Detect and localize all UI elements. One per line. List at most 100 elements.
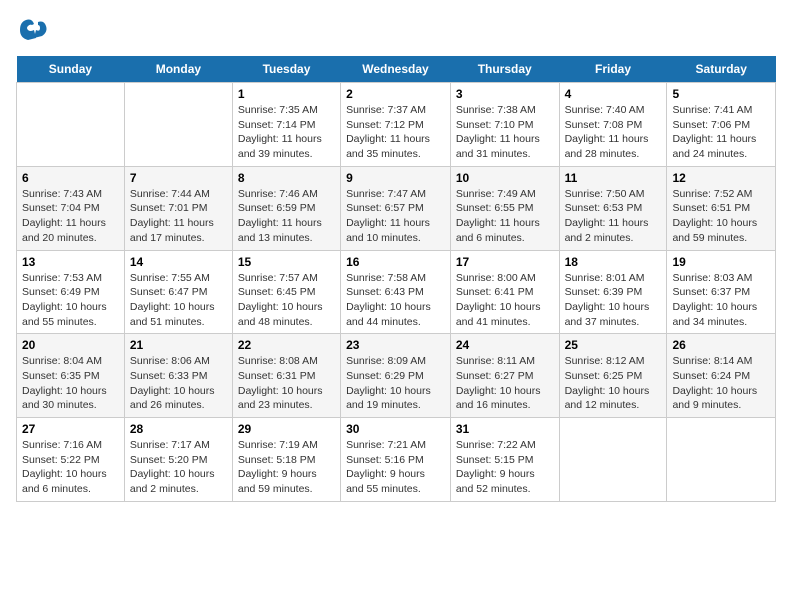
day-info: Sunrise: 7:46 AM Sunset: 6:59 PM Dayligh… [238,187,335,246]
day-cell: 11 Sunrise: 7:50 AM Sunset: 6:53 PM Dayli… [559,166,667,250]
calendar-table: SundayMondayTuesdayWednesdayThursdayFrid… [16,56,776,502]
day-cell: 25 Sunrise: 8:12 AM Sunset: 6:25 PM Dayli… [559,334,667,418]
day-info: Sunrise: 7:22 AM Sunset: 5:15 PM Dayligh… [456,438,554,497]
day-number: 30 [346,422,445,436]
day-info: Sunrise: 7:40 AM Sunset: 7:08 PM Dayligh… [565,103,662,162]
day-cell [667,418,776,502]
day-number: 23 [346,338,445,352]
day-number: 3 [456,87,554,101]
day-info: Sunrise: 8:08 AM Sunset: 6:31 PM Dayligh… [238,354,335,413]
day-cell: 28 Sunrise: 7:17 AM Sunset: 5:20 PM Dayli… [124,418,232,502]
day-info: Sunrise: 7:57 AM Sunset: 6:45 PM Dayligh… [238,271,335,330]
day-info: Sunrise: 8:04 AM Sunset: 6:35 PM Dayligh… [22,354,119,413]
day-number: 25 [565,338,662,352]
day-info: Sunrise: 8:12 AM Sunset: 6:25 PM Dayligh… [565,354,662,413]
day-cell: 20Sunrise: 8:04 AM Sunset: 6:35 PM Dayli… [17,334,125,418]
day-info: Sunrise: 7:44 AM Sunset: 7:01 PM Dayligh… [130,187,227,246]
day-info: Sunrise: 7:47 AM Sunset: 6:57 PM Dayligh… [346,187,445,246]
day-cell: 14 Sunrise: 7:55 AM Sunset: 6:47 PM Dayli… [124,250,232,334]
day-info: Sunrise: 7:55 AM Sunset: 6:47 PM Dayligh… [130,271,227,330]
day-number: 11 [565,171,662,185]
day-info: Sunrise: 7:43 AM Sunset: 7:04 PM Dayligh… [22,187,119,246]
day-number: 4 [565,87,662,101]
day-cell: 3 Sunrise: 7:38 AM Sunset: 7:10 PM Daylig… [450,83,559,167]
day-number: 27 [22,422,119,436]
day-cell [559,418,667,502]
day-cell: 6 Sunrise: 7:43 AM Sunset: 7:04 PM Daylig… [17,166,125,250]
day-cell: 26 Sunrise: 8:14 AM Sunset: 6:24 PM Dayli… [667,334,776,418]
day-cell: 12 Sunrise: 7:52 AM Sunset: 6:51 PM Dayli… [667,166,776,250]
day-number: 2 [346,87,445,101]
day-info: Sunrise: 8:03 AM Sunset: 6:37 PM Dayligh… [672,271,770,330]
day-number: 22 [238,338,335,352]
week-row-1: 1Sunrise: 7:35 AM Sunset: 7:14 PM Daylig… [17,83,776,167]
day-cell [124,83,232,167]
day-cell: 5 Sunrise: 7:41 AM Sunset: 7:06 PM Daylig… [667,83,776,167]
day-cell: 24 Sunrise: 8:11 AM Sunset: 6:27 PM Dayli… [450,334,559,418]
day-info: Sunrise: 7:50 AM Sunset: 6:53 PM Dayligh… [565,187,662,246]
day-cell: 9 Sunrise: 7:47 AM Sunset: 6:57 PM Daylig… [341,166,451,250]
day-number: 5 [672,87,770,101]
day-number: 7 [130,171,227,185]
day-number: 15 [238,255,335,269]
day-number: 8 [238,171,335,185]
day-cell: 8 Sunrise: 7:46 AM Sunset: 6:59 PM Daylig… [232,166,340,250]
day-cell: 18 Sunrise: 8:01 AM Sunset: 6:39 PM Dayli… [559,250,667,334]
day-number: 28 [130,422,227,436]
day-number: 26 [672,338,770,352]
day-info: Sunrise: 7:53 AM Sunset: 6:49 PM Dayligh… [22,271,119,330]
day-cell: 19 Sunrise: 8:03 AM Sunset: 6:37 PM Dayli… [667,250,776,334]
day-info: Sunrise: 7:19 AM Sunset: 5:18 PM Dayligh… [238,438,335,497]
day-cell: 10Sunrise: 7:49 AM Sunset: 6:55 PM Dayli… [450,166,559,250]
day-number: 13 [22,255,119,269]
day-cell: 30 Sunrise: 7:21 AM Sunset: 5:16 PM Dayli… [341,418,451,502]
day-cell: 15 Sunrise: 7:57 AM Sunset: 6:45 PM Dayli… [232,250,340,334]
day-number: 6 [22,171,119,185]
page-header [16,16,776,44]
week-row-5: 27 Sunrise: 7:16 AM Sunset: 5:22 PM Dayli… [17,418,776,502]
day-cell: 29Sunrise: 7:19 AM Sunset: 5:18 PM Dayli… [232,418,340,502]
day-number: 19 [672,255,770,269]
day-info: Sunrise: 8:09 AM Sunset: 6:29 PM Dayligh… [346,354,445,413]
day-cell: 27 Sunrise: 7:16 AM Sunset: 5:22 PM Dayli… [17,418,125,502]
day-cell: 4 Sunrise: 7:40 AM Sunset: 7:08 PM Daylig… [559,83,667,167]
day-cell: 2 Sunrise: 7:37 AM Sunset: 7:12 PM Daylig… [341,83,451,167]
day-info: Sunrise: 7:17 AM Sunset: 5:20 PM Dayligh… [130,438,227,497]
day-cell: 31 Sunrise: 7:22 AM Sunset: 5:15 PM Dayli… [450,418,559,502]
day-number: 12 [672,171,770,185]
day-cell: 21 Sunrise: 8:06 AM Sunset: 6:33 PM Dayli… [124,334,232,418]
day-number: 9 [346,171,445,185]
week-row-3: 13 Sunrise: 7:53 AM Sunset: 6:49 PM Dayli… [17,250,776,334]
day-info: Sunrise: 7:49 AM Sunset: 6:55 PM Dayligh… [456,187,554,246]
day-info: Sunrise: 7:52 AM Sunset: 6:51 PM Dayligh… [672,187,770,246]
day-cell: 22 Sunrise: 8:08 AM Sunset: 6:31 PM Dayli… [232,334,340,418]
day-info: Sunrise: 8:14 AM Sunset: 6:24 PM Dayligh… [672,354,770,413]
day-cell: 7 Sunrise: 7:44 AM Sunset: 7:01 PM Daylig… [124,166,232,250]
day-number: 24 [456,338,554,352]
day-number: 31 [456,422,554,436]
day-info: Sunrise: 8:01 AM Sunset: 6:39 PM Dayligh… [565,271,662,330]
day-info: Sunrise: 7:41 AM Sunset: 7:06 PM Dayligh… [672,103,770,162]
logo-icon [16,16,48,44]
weekday-header-sunday: Sunday [17,56,125,83]
day-number: 14 [130,255,227,269]
day-number: 21 [130,338,227,352]
day-cell [17,83,125,167]
day-number: 18 [565,255,662,269]
day-info: Sunrise: 7:58 AM Sunset: 6:43 PM Dayligh… [346,271,445,330]
weekday-header-monday: Monday [124,56,232,83]
week-row-4: 20Sunrise: 8:04 AM Sunset: 6:35 PM Dayli… [17,334,776,418]
day-number: 16 [346,255,445,269]
day-info: Sunrise: 7:37 AM Sunset: 7:12 PM Dayligh… [346,103,445,162]
logo [16,16,52,44]
day-info: Sunrise: 8:06 AM Sunset: 6:33 PM Dayligh… [130,354,227,413]
day-info: Sunrise: 8:00 AM Sunset: 6:41 PM Dayligh… [456,271,554,330]
day-info: Sunrise: 8:11 AM Sunset: 6:27 PM Dayligh… [456,354,554,413]
weekday-header-saturday: Saturday [667,56,776,83]
day-info: Sunrise: 7:21 AM Sunset: 5:16 PM Dayligh… [346,438,445,497]
day-cell: 13 Sunrise: 7:53 AM Sunset: 6:49 PM Dayli… [17,250,125,334]
day-info: Sunrise: 7:38 AM Sunset: 7:10 PM Dayligh… [456,103,554,162]
weekday-header-wednesday: Wednesday [341,56,451,83]
day-cell: 16 Sunrise: 7:58 AM Sunset: 6:43 PM Dayli… [341,250,451,334]
day-info: Sunrise: 7:16 AM Sunset: 5:22 PM Dayligh… [22,438,119,497]
